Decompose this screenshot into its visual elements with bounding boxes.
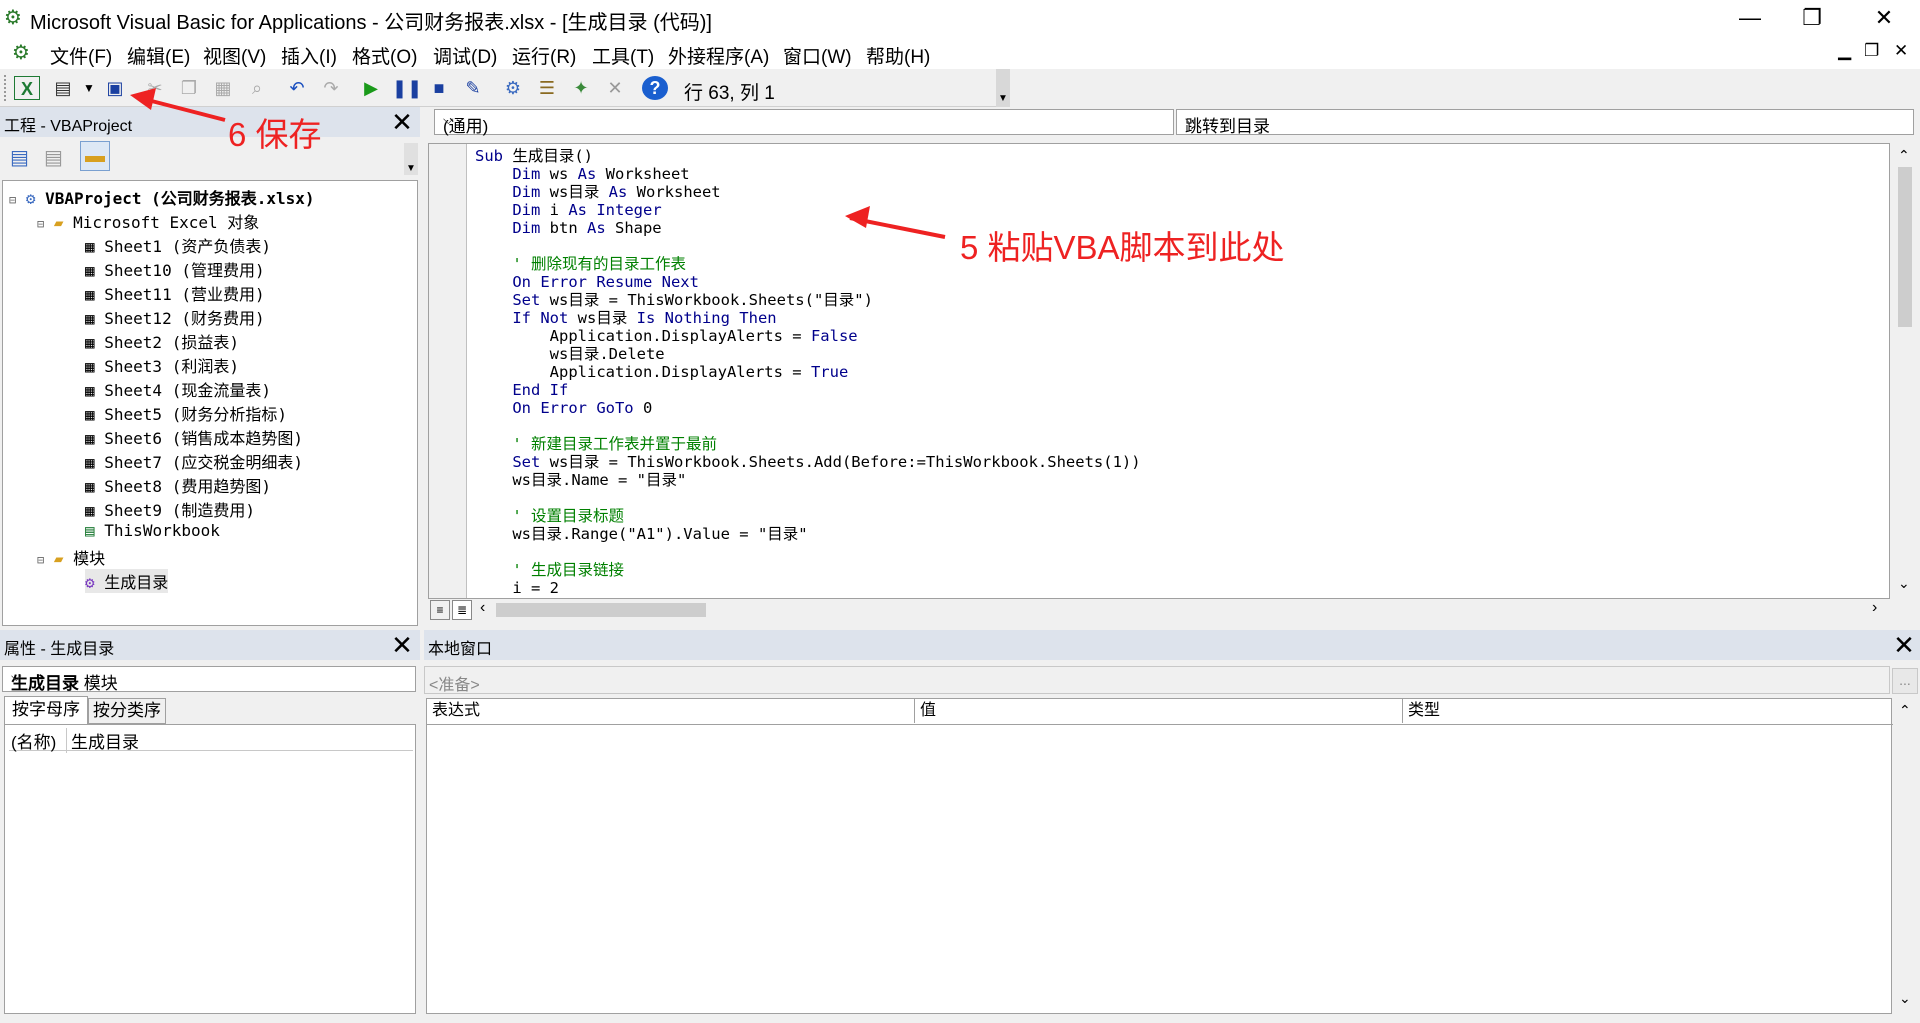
save-arrow-head (130, 88, 156, 110)
paste-arrow-head (845, 206, 870, 228)
paste-annotation: 5 粘贴VBA脚本到此处 (960, 229, 1285, 266)
save-annotation: 6 保存 (228, 116, 322, 153)
